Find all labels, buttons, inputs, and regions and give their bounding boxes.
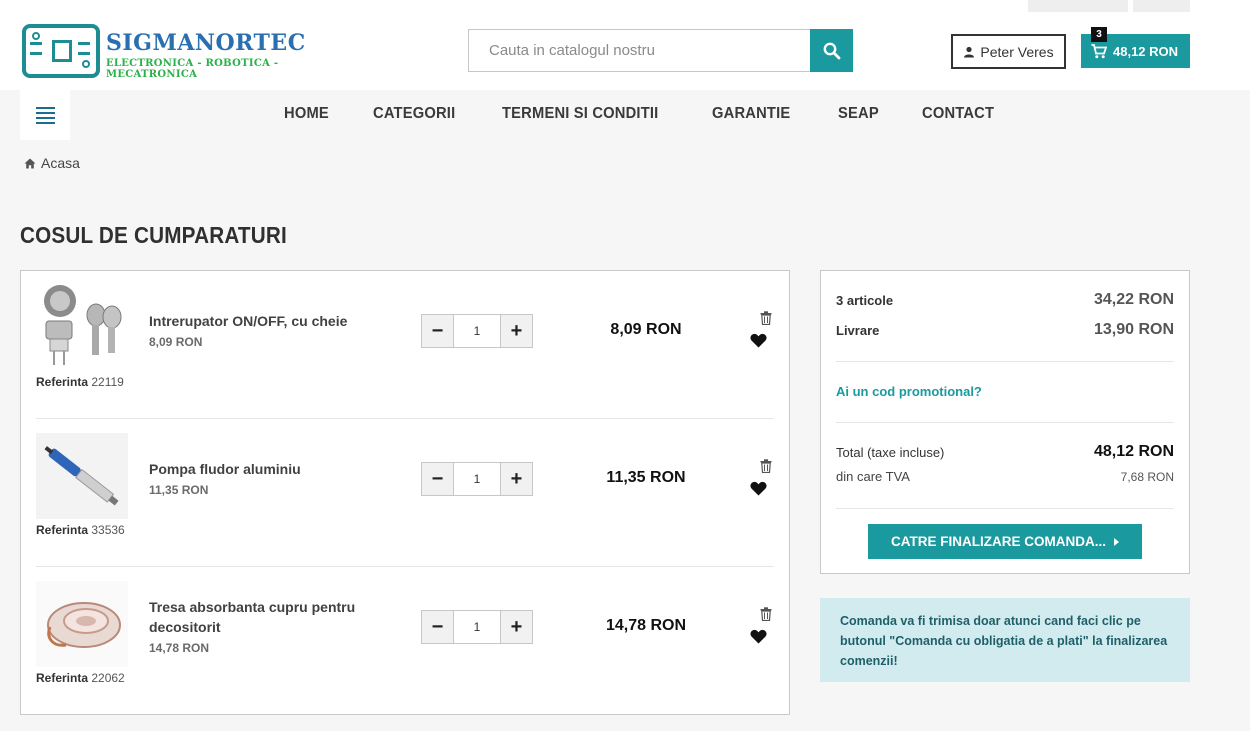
cart-count-badge: 3 <box>1091 27 1107 42</box>
product-image-desoldering-pump[interactable] <box>36 433 128 519</box>
logo[interactable]: SIGMANORTEC ELECTRONICA - ROBOTICA - MEC… <box>22 24 372 80</box>
main-nav: HOME CATEGORII TERMENI SI CONDITII GARAN… <box>284 105 1000 123</box>
summary-vat-row: din care TVA 7,68 RON <box>836 469 1174 484</box>
language-selector[interactable] <box>1028 0 1128 12</box>
quantity-stepper: − + <box>421 610 533 644</box>
quantity-input[interactable] <box>454 611 500 643</box>
cart-items-panel: Referinta 22119 Intrerupator ON/OFF, cu … <box>20 270 790 715</box>
quantity-input[interactable] <box>454 315 500 347</box>
quantity-input[interactable] <box>454 463 500 495</box>
cart-summary: 3 articole 34,22 RON Livrare 13,90 RON A… <box>820 270 1190 574</box>
product-image-key-switch[interactable] <box>36 285 128 371</box>
search-button[interactable] <box>810 29 853 72</box>
user-icon <box>964 46 975 57</box>
quantity-stepper: − + <box>421 462 533 496</box>
top-strip <box>0 0 1250 12</box>
product-image-desoldering-braid[interactable] <box>36 581 128 667</box>
divider <box>836 361 1174 362</box>
nav-garantie[interactable]: GARANTIE <box>712 105 790 123</box>
summary-total-row: Total (taxe incluse) 48,12 RON <box>836 443 1174 461</box>
hamburger-icon <box>35 106 55 109</box>
checkout-button[interactable]: CATRE FINALIZARE COMANDA... <box>868 524 1142 559</box>
account-button[interactable]: Peter Veres <box>951 34 1066 69</box>
search-icon <box>823 42 840 59</box>
product-name[interactable]: Pompa fludor aluminiu <box>149 459 379 479</box>
account-name: Peter Veres <box>980 43 1054 60</box>
trash-icon[interactable] <box>760 311 772 325</box>
logo-name: SIGMANORTEC <box>106 30 306 56</box>
divider <box>836 422 1174 423</box>
product-unit-price: 14,78 RON <box>149 641 210 655</box>
trash-icon[interactable] <box>760 607 772 621</box>
search-input[interactable] <box>468 29 810 72</box>
page-title: COSUL DE CUMPARATURI <box>20 222 287 248</box>
logo-chip-icon <box>22 24 100 78</box>
cart-button[interactable]: 3 48,12 RON <box>1081 27 1190 68</box>
search-form <box>468 29 853 72</box>
nav-contact[interactable]: CONTACT <box>922 105 994 123</box>
breadcrumb-home[interactable]: Acasa <box>41 155 80 171</box>
chevron-right-icon <box>1114 537 1119 546</box>
logo-tagline: ELECTRONICA - ROBOTICA - MECATRONICA <box>106 58 279 80</box>
decrease-quantity-button[interactable]: − <box>422 463 454 495</box>
nav-home[interactable]: HOME <box>284 105 329 123</box>
heart-icon[interactable] <box>750 481 767 496</box>
heart-icon[interactable] <box>750 629 767 644</box>
checkout-label: CATRE FINALIZARE COMANDA... <box>891 534 1106 549</box>
menu-toggle-button[interactable] <box>20 90 70 140</box>
summary-vat-label: din care TVA <box>836 469 910 484</box>
decrease-quantity-button[interactable]: − <box>422 315 454 347</box>
quantity-stepper: − + <box>421 314 533 348</box>
cart-line-item: Referinta 33536 Pompa fludor aluminiu 11… <box>36 419 774 567</box>
product-name[interactable]: Intrerupator ON/OFF, cu cheie <box>149 311 379 331</box>
summary-total-value: 48,12 RON <box>1093 443 1174 460</box>
line-total: 14,78 RON <box>605 617 687 634</box>
product-unit-price: 11,35 RON <box>149 483 209 497</box>
order-notice: Comanda va fi trimisa doar atunci cand f… <box>820 598 1190 682</box>
summary-shipping-label: Livrare <box>836 322 880 338</box>
summary-items-value: 34,22 RON <box>1093 291 1174 308</box>
heart-icon[interactable] <box>750 333 767 348</box>
breadcrumb: Acasa <box>24 155 80 171</box>
product-reference: Referinta 33536 <box>36 523 125 537</box>
line-total: 11,35 RON <box>606 469 686 486</box>
promo-code-link[interactable]: Ai un cod promotional? <box>836 384 982 399</box>
currency-selector[interactable] <box>1133 0 1190 12</box>
summary-vat-value: 7,68 RON <box>1120 469 1174 484</box>
cart-line-item: Referinta 22119 Intrerupator ON/OFF, cu … <box>36 271 774 419</box>
line-total: 8,09 RON <box>610 321 682 338</box>
cart-line-item: Referinta 22062 Tresa absorbanta cupru p… <box>36 567 774 715</box>
summary-items-row: 3 articole 34,22 RON <box>836 291 1174 309</box>
product-reference: Referinta 22062 <box>36 671 125 685</box>
product-reference: Referinta 22119 <box>36 375 124 389</box>
divider <box>836 508 1174 509</box>
home-icon <box>24 158 36 168</box>
product-unit-price: 8,09 RON <box>149 335 203 349</box>
trash-icon[interactable] <box>760 459 772 473</box>
nav-termeni[interactable]: TERMENI SI CONDITII <box>502 105 658 123</box>
product-name[interactable]: Tresa absorbanta cupru pentru decositori… <box>149 597 379 637</box>
increase-quantity-button[interactable]: + <box>500 463 532 495</box>
summary-shipping-row: Livrare 13,90 RON <box>836 321 1174 339</box>
cart-icon <box>1091 43 1107 58</box>
summary-shipping-value: 13,90 RON <box>1093 321 1174 338</box>
increase-quantity-button[interactable]: + <box>500 315 532 347</box>
decrease-quantity-button[interactable]: − <box>422 611 454 643</box>
nav-seap[interactable]: SEAP <box>838 105 879 123</box>
cart-total: 48,12 RON <box>1113 43 1179 59</box>
increase-quantity-button[interactable]: + <box>500 611 532 643</box>
site-header: SIGMANORTEC ELECTRONICA - ROBOTICA - MEC… <box>0 12 1250 90</box>
summary-items-label: 3 articole <box>836 292 894 308</box>
summary-total-label: Total (taxe incluse) <box>836 444 945 460</box>
nav-categorii[interactable]: CATEGORII <box>373 105 455 123</box>
